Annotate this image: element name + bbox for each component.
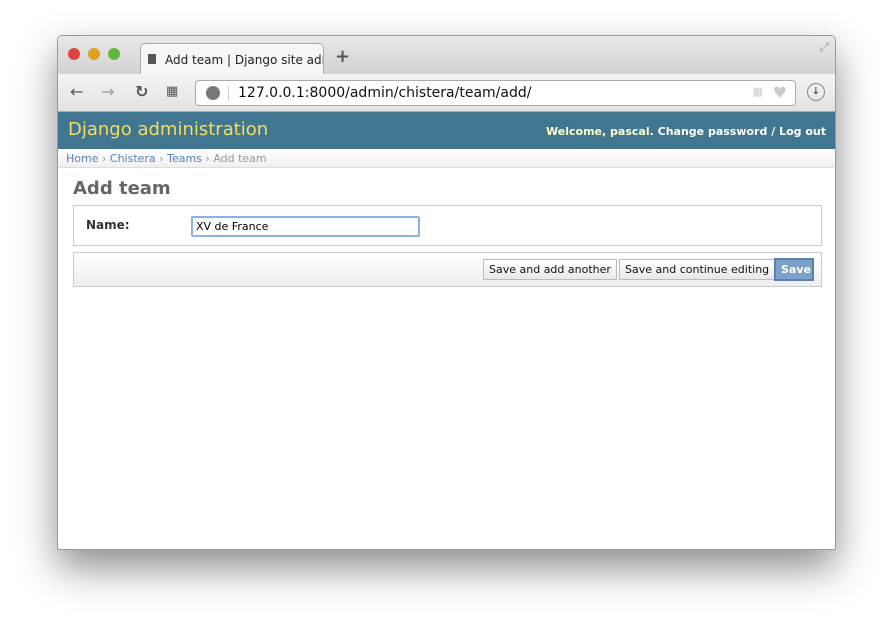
user-tools: Welcome, pascal. Change password / Log o… xyxy=(546,125,826,138)
separator: / xyxy=(771,125,776,138)
admin-header: Django administration Welcome, pascal. C… xyxy=(58,112,835,149)
site-brand[interactable]: Django administration xyxy=(68,119,268,140)
document-icon xyxy=(148,54,156,64)
close-window-button[interactable] xyxy=(68,48,80,60)
breadcrumb-home[interactable]: Home xyxy=(66,152,98,165)
fullscreen-icon[interactable]: ⤢ xyxy=(819,40,829,55)
save-and-continue-button[interactable]: Save and continue editing xyxy=(619,259,776,280)
page-title: Add team xyxy=(73,178,171,199)
tab-bar: Add team | Django site admin + ⤢ xyxy=(58,36,835,74)
new-tab-button[interactable]: + xyxy=(335,46,350,67)
browser-window: Add team | Django site admin + ⤢ ← → ↻ ▦… xyxy=(57,35,836,550)
browser-toolbar: ← → ↻ ▦ 127.0.0.1:8000/admin/chistera/te… xyxy=(58,74,835,112)
logout-link[interactable]: Log out xyxy=(779,125,826,138)
save-button[interactable]: Save xyxy=(774,258,814,281)
tab-title: Add team | Django site admin xyxy=(165,53,323,67)
welcome-text: Welcome, xyxy=(546,125,607,138)
minimize-window-button[interactable] xyxy=(88,48,100,60)
form-fieldset: Name: xyxy=(73,205,822,246)
grid-icon: ▦ xyxy=(752,85,763,98)
url-text: 127.0.0.1:8000/admin/chistera/team/add/ xyxy=(238,85,532,101)
address-bar[interactable]: 127.0.0.1:8000/admin/chistera/team/add/ ▦… xyxy=(195,80,796,106)
globe-icon xyxy=(206,86,220,100)
change-password-link[interactable]: Change password xyxy=(658,125,768,138)
heart-icon[interactable]: ♥ xyxy=(773,83,787,102)
forward-icon[interactable]: → xyxy=(101,82,114,101)
apps-icon[interactable]: ▦ xyxy=(166,84,178,99)
reload-icon[interactable]: ↻ xyxy=(135,82,148,101)
submit-row: Save and add another Save and continue e… xyxy=(73,252,822,287)
zoom-window-button[interactable] xyxy=(108,48,120,60)
breadcrumb-chistera[interactable]: Chistera xyxy=(110,152,156,165)
breadcrumb-teams[interactable]: Teams xyxy=(167,152,202,165)
breadcrumb-current: Add team xyxy=(213,152,267,165)
name-label: Name: xyxy=(86,218,130,232)
save-and-add-another-button[interactable]: Save and add another xyxy=(483,259,617,280)
back-icon[interactable]: ← xyxy=(70,82,83,101)
breadcrumb: Home › Chistera › Teams › Add team xyxy=(58,149,835,168)
username: pascal xyxy=(610,125,650,138)
name-input[interactable] xyxy=(191,216,420,237)
download-icon[interactable]: ↓ xyxy=(807,83,825,101)
browser-tab[interactable]: Add team | Django site admin xyxy=(140,43,324,74)
